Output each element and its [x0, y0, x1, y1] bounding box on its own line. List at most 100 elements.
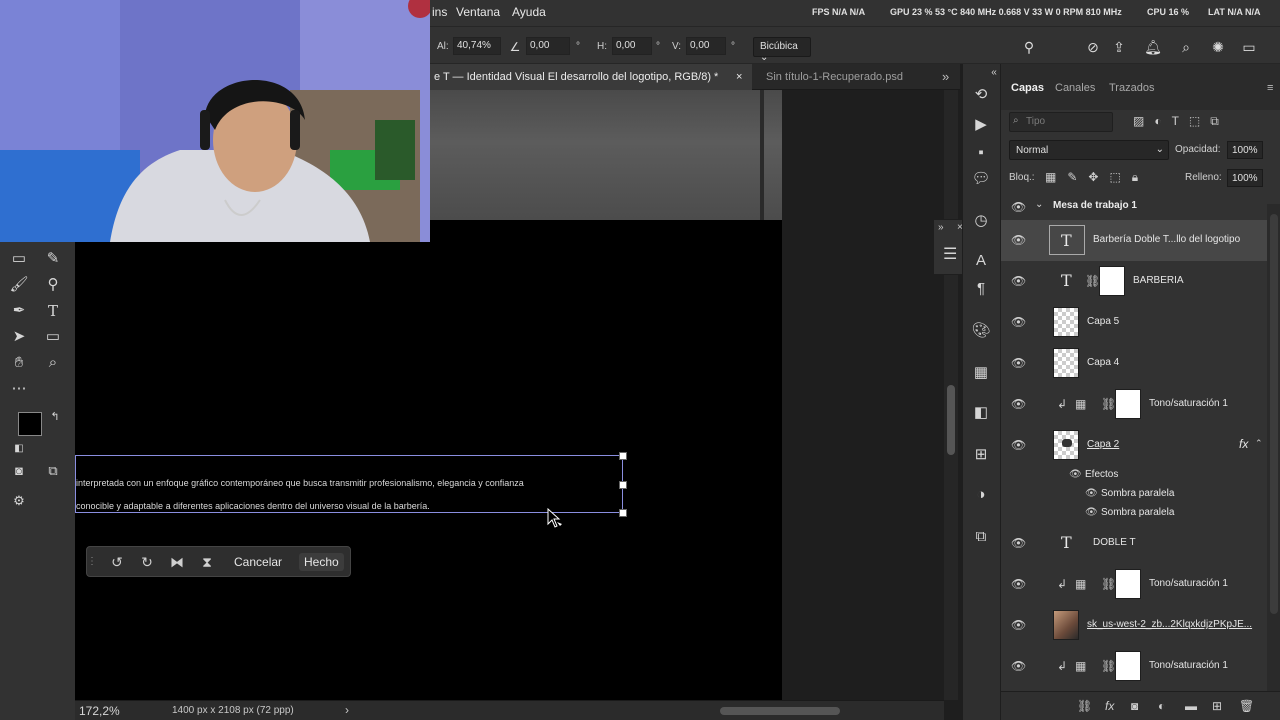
- share-icon[interactable]: ⇪: [1110, 38, 1128, 56]
- angle-field[interactable]: 0,00: [526, 37, 570, 55]
- fx-icon[interactable]: fx: [1239, 437, 1248, 451]
- expand-icon[interactable]: »: [938, 222, 944, 233]
- more-tabs-icon[interactable]: »: [942, 64, 949, 90]
- notification-icon[interactable]: 🔔︎: [1144, 38, 1162, 56]
- quick-mask-icon[interactable]: ◙: [8, 460, 30, 482]
- new-layer-icon[interactable]: ⊞: [1212, 699, 1222, 713]
- layer-row[interactable]: 👁︎ ↲ ▦ ⛓︎ Tono/saturación 1: [1001, 564, 1267, 605]
- screen-mode-icon[interactable]: ⧉: [42, 460, 64, 482]
- tab-close-icon[interactable]: ×: [736, 64, 742, 90]
- edit-toolbar-icon[interactable]: ⚙: [8, 490, 30, 512]
- tab-capas[interactable]: Capas: [1011, 82, 1044, 94]
- tab-trazados[interactable]: Trazados: [1109, 82, 1154, 94]
- swap-colors-icon[interactable]: ↰: [44, 406, 66, 428]
- layer-row[interactable]: 👁︎ Capa 4: [1001, 343, 1267, 384]
- text-transform-box[interactable]: interpretada con un enfoque gráfico cont…: [75, 452, 627, 517]
- gradients-icon[interactable]: ◧: [970, 402, 992, 424]
- actions-icon[interactable]: ▶: [970, 114, 992, 136]
- v-field[interactable]: 0,00: [686, 37, 726, 55]
- path-selection-icon[interactable]: ➤: [8, 326, 30, 348]
- default-colors-icon[interactable]: ◧: [8, 438, 30, 460]
- eye-icon[interactable]: 👁︎: [1011, 233, 1026, 247]
- zoom-level[interactable]: 172,2%: [79, 704, 120, 718]
- warp-icon[interactable]: ⚲: [1020, 38, 1038, 56]
- fill-field[interactable]: 100%: [1227, 169, 1263, 187]
- layer-row[interactable]: 👁︎ Capa 2 fx ⌃: [1001, 425, 1267, 466]
- vertical-scrollbar[interactable]: [944, 90, 958, 700]
- eye-icon[interactable]: 👁︎: [1011, 438, 1026, 452]
- transform-handle-top-right[interactable]: [619, 452, 627, 460]
- properties-icon[interactable]: ☰: [943, 244, 957, 264]
- link-layers-icon[interactable]: ⛓︎: [1077, 699, 1092, 713]
- hand-tool-icon[interactable]: ✋︎: [8, 352, 30, 374]
- tab-active-document[interactable]: e T — Identidad Visual El desarrollo del…: [430, 64, 752, 90]
- adjustments-icon[interactable]: ◑: [970, 484, 992, 506]
- rectangle-tool-icon[interactable]: ▭: [42, 326, 64, 348]
- undo-icon[interactable]: ↺: [107, 552, 127, 572]
- effects-row[interactable]: 👁︎ Efectos: [1001, 466, 1267, 485]
- effect-row[interactable]: 👁︎ Sombra paralela: [1001, 504, 1267, 523]
- healing-tool-icon[interactable]: ✎: [42, 248, 64, 270]
- status-menu-arrow[interactable]: ›: [345, 703, 349, 717]
- delete-layer-icon[interactable]: 🗑︎: [1239, 699, 1254, 713]
- pen-tool-icon[interactable]: ✒: [8, 300, 30, 322]
- cancel-button[interactable]: Cancelar: [229, 553, 287, 571]
- more-tools-icon[interactable]: ⋯: [8, 378, 30, 400]
- eye-icon[interactable]: 👁︎: [1011, 577, 1026, 591]
- patterns-icon[interactable]: ⊞: [970, 444, 992, 466]
- tab-canales[interactable]: Canales: [1055, 82, 1095, 94]
- type-tool-icon[interactable]: T: [42, 300, 64, 322]
- brush-tool-icon[interactable]: 🖌︎: [8, 274, 30, 296]
- lock-icons[interactable]: ▦✎✥⬚🔒︎: [1045, 170, 1149, 185]
- horizontal-scrollbar[interactable]: [720, 707, 840, 715]
- eye-icon[interactable]: 👁︎: [1085, 488, 1098, 499]
- done-button[interactable]: Hecho: [299, 553, 344, 571]
- eye-icon[interactable]: 👁︎: [1011, 659, 1026, 673]
- dodge-tool-icon[interactable]: ⚲: [42, 274, 64, 296]
- color-palette-icon[interactable]: 🎨︎: [970, 320, 992, 342]
- workspace-icon[interactable]: ▭: [1240, 38, 1258, 56]
- frame-tool-icon[interactable]: ▭: [8, 248, 30, 270]
- al-field[interactable]: 40,74%: [453, 37, 501, 55]
- eye-icon[interactable]: 👁︎: [1069, 469, 1082, 480]
- layer-row[interactable]: 👁︎ sk_us-west-2_zb...2KlqxkdjzPKpJE...: [1001, 605, 1267, 646]
- filter-type-icons[interactable]: ▨◐T⬚⧉: [1133, 114, 1229, 129]
- interpolation-select[interactable]: Bicúbica ⌄: [753, 37, 811, 63]
- drag-handle-icon[interactable]: ⋮: [87, 552, 97, 572]
- layer-filter-input[interactable]: ⌕ Tipo: [1009, 112, 1113, 132]
- h-field[interactable]: 0,00: [612, 37, 652, 55]
- layer-row[interactable]: 👁︎ ↲ ▦ ⛓︎ Tono/saturación 1: [1001, 646, 1267, 687]
- tab-sin-titulo[interactable]: Sin título-1-Recuperado.psd: [766, 64, 936, 90]
- history-icon[interactable]: ◷: [970, 210, 992, 232]
- eye-icon[interactable]: 👁︎: [1085, 507, 1098, 518]
- redo-icon[interactable]: ↻: [137, 552, 157, 572]
- flip-horizontal-icon[interactable]: ⧓: [167, 552, 187, 572]
- libraries-icon[interactable]: ⧉: [970, 526, 992, 548]
- effect-row[interactable]: 👁︎ Sombra paralela: [1001, 485, 1267, 504]
- history-brush-icon[interactable]: ⟲: [970, 84, 992, 106]
- menu-item-ventana[interactable]: Ventana: [456, 5, 500, 19]
- paragraph-icon[interactable]: ¶: [970, 278, 992, 300]
- comments-icon[interactable]: 💬︎: [970, 168, 992, 190]
- eye-icon[interactable]: 👁︎: [1011, 397, 1026, 411]
- layer-row[interactable]: 👁︎ T ⛓︎ BARBERIA: [1001, 261, 1267, 302]
- character-icon[interactable]: A: [970, 250, 992, 272]
- transform-handle-bottom-right[interactable]: [619, 509, 627, 517]
- blend-mode-select[interactable]: Normal ⌄: [1009, 140, 1169, 160]
- new-group-icon[interactable]: ▬: [1185, 699, 1197, 713]
- artboard-row[interactable]: 👁︎ ⌄ Mesa de trabajo 1: [1001, 194, 1267, 218]
- eye-icon[interactable]: 👁︎: [1011, 536, 1026, 550]
- eye-icon[interactable]: 👁︎: [1011, 618, 1026, 632]
- layer-row[interactable]: 👁︎ T DOBLE T: [1001, 523, 1267, 564]
- chevron-down-icon[interactable]: ⌄: [1035, 199, 1043, 210]
- chevron-up-icon[interactable]: ⌃: [1255, 438, 1263, 449]
- search-icon[interactable]: ⌕: [1177, 38, 1195, 56]
- layer-row[interactable]: 👁︎ T Barbería Doble T...llo del logotipo: [1001, 220, 1267, 261]
- zoom-tool-icon[interactable]: ⌕: [42, 352, 64, 374]
- flip-vertical-icon[interactable]: ⧗: [197, 552, 217, 572]
- opacity-field[interactable]: 100%: [1227, 141, 1263, 159]
- panel-menu-icon[interactable]: ≡: [1267, 82, 1273, 94]
- menu-item-plugins[interactable]: ins: [432, 5, 447, 19]
- eye-icon[interactable]: 👁︎: [1011, 200, 1026, 214]
- layer-row[interactable]: 👁︎ ↲ ▦ ⛓︎ Tono/saturación 1: [1001, 384, 1267, 425]
